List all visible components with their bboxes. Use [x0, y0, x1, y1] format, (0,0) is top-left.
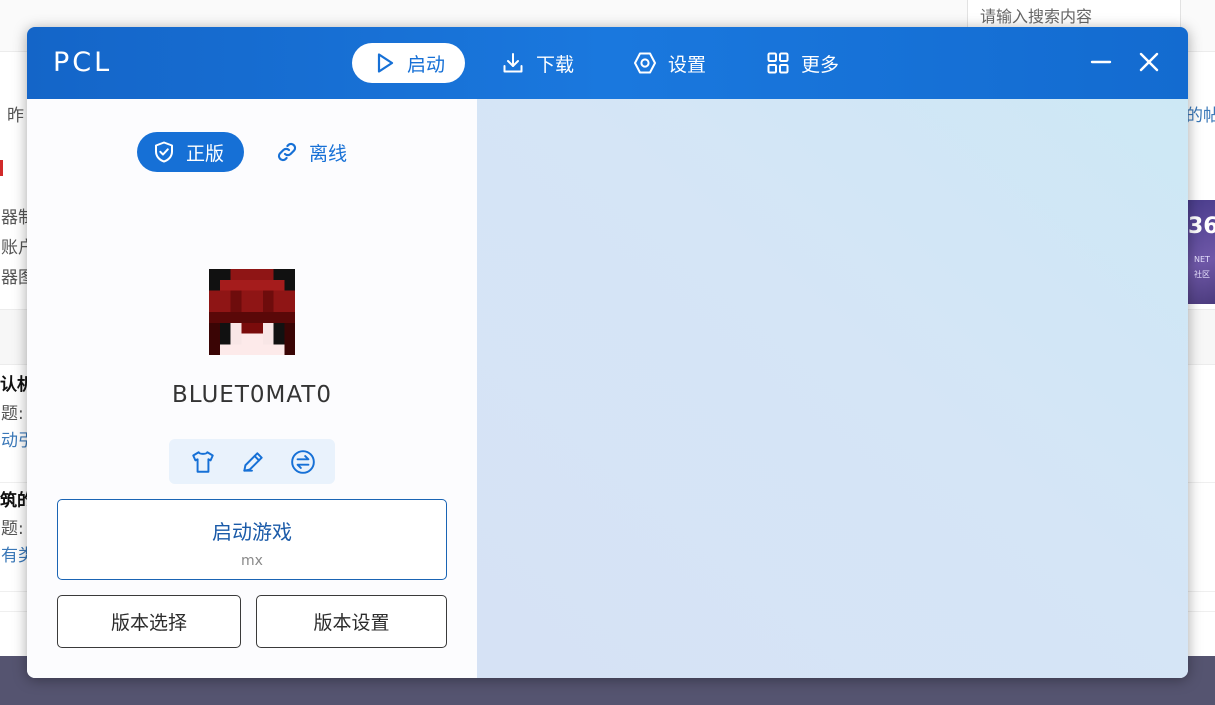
tab-premium[interactable]: 正版	[137, 132, 244, 172]
minimize-icon[interactable]	[1088, 49, 1114, 75]
nav-launch[interactable]: 启动	[352, 43, 466, 83]
ad-line-1: NET	[1194, 255, 1210, 264]
shirt-icon[interactable]	[190, 449, 216, 475]
ad-caption: NET 社区	[1194, 252, 1210, 282]
launch-background-area	[477, 99, 1188, 678]
nav-launch-label: 启动	[407, 53, 446, 76]
app-logo: PCL	[53, 47, 113, 78]
background-search-input[interactable]: 请输入搜索内容	[967, 0, 1181, 28]
nav-more-label: 更多	[801, 53, 840, 76]
background-red-marker	[0, 160, 3, 176]
launcher-window: PCL 启动 下载 设置 更多 正版 离线 BLUET0MAT0 启动游戏 mx…	[27, 27, 1188, 678]
tab-offline[interactable]: 离线	[273, 132, 347, 172]
title-bar[interactable]: PCL 启动 下载 设置 更多	[27, 27, 1188, 99]
ad-line-2: 社区	[1194, 270, 1210, 279]
shield-check-icon	[155, 141, 173, 163]
nav-settings[interactable]: 设置	[633, 43, 706, 83]
pencil-icon[interactable]	[240, 449, 266, 475]
tab-offline-label: 离线	[309, 142, 348, 165]
player-username: BLUET0MAT0	[172, 382, 332, 408]
switch-icon[interactable]	[290, 449, 316, 475]
background-text-fragment: 题:	[1, 519, 24, 539]
version-select-button[interactable]: 版本选择	[57, 595, 241, 648]
version-settings-button[interactable]: 版本设置	[256, 595, 447, 648]
selected-version-label: mx	[241, 553, 263, 569]
nav-download[interactable]: 下载	[501, 43, 574, 83]
link-icon	[277, 142, 297, 162]
launch-game-label: 启动游戏	[212, 520, 292, 544]
background-link-fragment[interactable]: 的帖	[1186, 101, 1215, 126]
nav-download-label: 下载	[536, 53, 575, 76]
background-ad-banner[interactable]: 36 NET 社区	[1188, 200, 1215, 304]
profile-toolbar	[169, 439, 335, 484]
nav-settings-label: 设置	[668, 53, 707, 76]
tab-premium-label: 正版	[186, 142, 225, 165]
launch-game-button[interactable]: 启动游戏 mx	[57, 499, 447, 580]
background-text-fragment: 昨	[7, 106, 24, 126]
download-icon	[503, 53, 523, 73]
settings-icon	[634, 52, 656, 74]
close-icon[interactable]	[1136, 49, 1162, 75]
play-icon	[377, 53, 394, 73]
background-text-fragment: 题:	[1, 404, 24, 424]
grid-icon	[767, 52, 789, 74]
launch-sidebar: 正版 离线 BLUET0MAT0 启动游戏 mx 版本选择 版本设置	[27, 99, 477, 678]
player-avatar	[209, 269, 295, 355]
ad-number: 36	[1188, 214, 1215, 239]
nav-more[interactable]: 更多	[766, 43, 839, 83]
